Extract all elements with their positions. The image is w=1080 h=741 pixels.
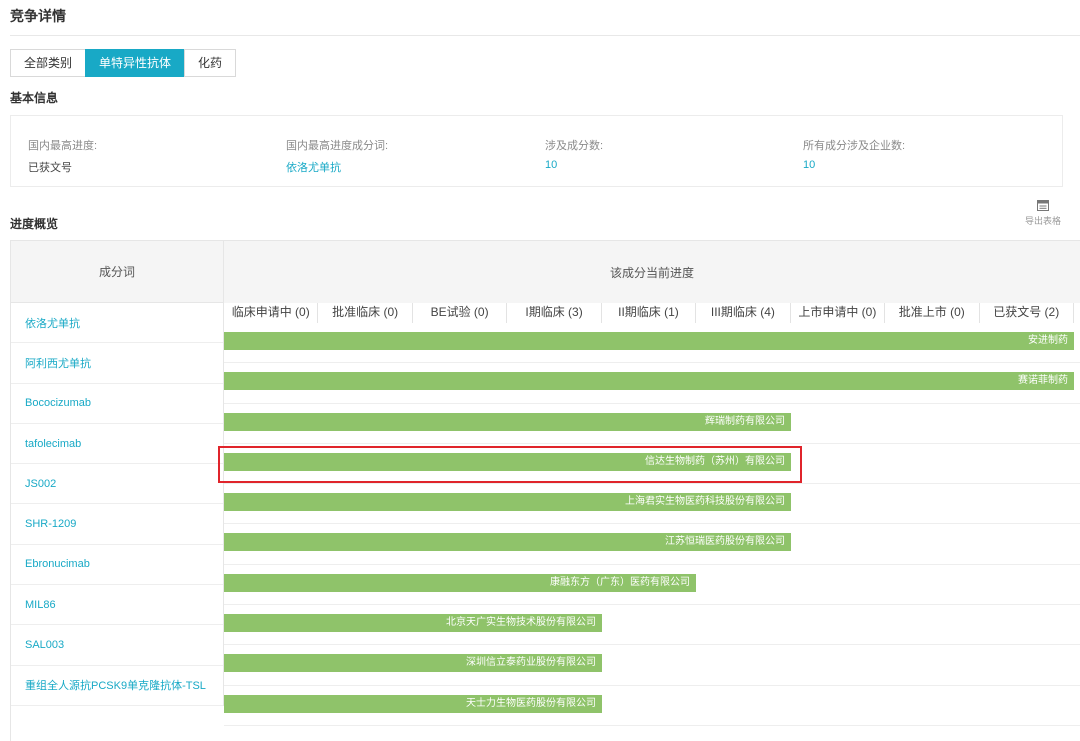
info-label: 涉及成分数:: [545, 140, 604, 152]
progress-bar[interactable]: 赛诺菲制药: [224, 372, 1074, 391]
ingredient-link[interactable]: SAL003: [11, 625, 223, 666]
progress-bar[interactable]: 深圳信立泰药业股份有限公司: [224, 654, 602, 673]
ingredient-link[interactable]: Ebronucimab: [11, 545, 223, 586]
stage-header-7: 批准上市 (0): [885, 303, 980, 323]
ingredient-link[interactable]: 阿利西尤单抗: [11, 343, 223, 384]
progress-overview-heading: 进度概览: [10, 217, 59, 231]
info-value-link[interactable]: 10: [545, 159, 603, 171]
info-value-link[interactable]: 10: [803, 159, 905, 171]
info-highest-ingredient: 国内最高进度成分词: 依洛尤单抗: [286, 137, 388, 175]
ingredient-link[interactable]: JS002: [11, 464, 223, 505]
category-tabs: 全部类别 单特异性抗体 化药: [10, 49, 237, 77]
progress-row: 辉瑞制药有限公司: [224, 404, 1080, 444]
stage-header-4: II期临床 (1): [602, 303, 697, 323]
export-table-label: 导出表格: [1024, 216, 1061, 226]
stage-header-8: 已获文号 (2): [980, 303, 1074, 323]
progress-bar[interactable]: 上海君实生物医药科技股份有限公司: [224, 493, 791, 512]
stage-header-5: III期临床 (4): [696, 303, 791, 323]
progress-row: 信达生物制药（苏州）有限公司: [224, 444, 1080, 485]
progress-bar[interactable]: 信达生物制药（苏州）有限公司: [224, 452, 791, 471]
stage-header-1: 批准临床 (0): [318, 303, 413, 323]
progress-row: 赛诺菲制药: [224, 363, 1080, 404]
tab-1[interactable]: 单特异性抗体: [85, 49, 186, 77]
stage-header-row: 临床申请中 (0) 批准临床 (0) BE试验 (0) I期临床 (3) II期临床 (…: [224, 303, 1074, 323]
tab-0[interactable]: 全部类别: [10, 49, 87, 77]
info-company-count: 所有成分涉及企业数: 10: [803, 137, 905, 171]
progress-bar[interactable]: 天士力生物医药股份有限公司: [224, 694, 602, 713]
ingredient-column-header: 成分词: [11, 241, 224, 303]
ingredient-link[interactable]: MIL86: [11, 585, 223, 626]
progress-row: 江苏恒瑞医药股份有限公司: [224, 524, 1080, 565]
stage-header-0: 临床申请中 (0): [224, 303, 319, 323]
progress-row: 安进制药: [224, 323, 1080, 364]
table-export-icon: [1037, 200, 1049, 211]
export-table-button[interactable]: 导出表格: [1023, 200, 1063, 227]
stage-header-6: 上市申请中 (0): [791, 303, 886, 323]
progress-column-header: 该成分当前进度: [224, 241, 1080, 303]
info-value-link[interactable]: 依洛尤单抗: [286, 159, 388, 175]
ingredient-link[interactable]: 重组全人源抗PCSK9单克隆抗体-TSL: [11, 666, 223, 706]
progress-bar[interactable]: 康融东方（广东）医药有限公司: [224, 573, 696, 592]
progress-row: 康融东方（广东）医药有限公司: [224, 565, 1080, 606]
info-label: 国内最高进度成分词:: [286, 140, 389, 152]
ingredient-link[interactable]: Bococizumab: [11, 384, 223, 424]
progress-bars: 安进制药赛诺菲制药辉瑞制药有限公司 信达生物制药（苏州）有限公司 上海君实生物医药科…: [224, 323, 1080, 726]
progress-table: 成分词 该成分当前进度 临床申请中 (0) 批准临床 (0) BE试验 (0) I期临…: [10, 240, 1080, 741]
ingredient-link[interactable]: tafolecimab: [11, 424, 223, 465]
progress-row: 上海君实生物医药科技股份有限公司: [224, 484, 1080, 525]
progress-bar[interactable]: 安进制药: [224, 332, 1074, 350]
progress-row: 深圳信立泰药业股份有限公司: [224, 645, 1080, 686]
stage-header-2: BE试验 (0): [413, 303, 508, 323]
page-title: 竞争详情: [10, 8, 66, 24]
tab-2[interactable]: 化药: [184, 49, 237, 77]
title-divider: [10, 35, 1080, 36]
ingredient-link[interactable]: SHR-1209: [11, 504, 223, 545]
ingredient-link[interactable]: 依洛尤单抗: [11, 303, 223, 344]
basic-info-heading: 基本信息: [10, 91, 59, 105]
progress-bar[interactable]: 辉瑞制药有限公司: [224, 412, 791, 431]
progress-bar[interactable]: 北京天广实生物技术股份有限公司: [224, 614, 602, 633]
progress-bar[interactable]: 江苏恒瑞医药股份有限公司: [224, 533, 791, 552]
basic-info-panel: 国内最高进度: 已获文号 国内最高进度成分词: 依洛尤单抗 涉及成分数: 10 …: [10, 115, 1063, 187]
info-label: 所有成分涉及企业数:: [803, 140, 906, 152]
ingredient-list: 依洛尤单抗 阿利西尤单抗 Bococizumab tafolecimab JS002 SH…: [11, 303, 224, 706]
info-value: 已获文号: [28, 162, 72, 174]
info-ingredient-count: 涉及成分数: 10: [545, 137, 603, 171]
progress-row: 天士力生物医药股份有限公司: [224, 686, 1080, 726]
stage-header-3: I期临床 (3): [507, 303, 602, 323]
progress-row: 北京天广实生物技术股份有限公司: [224, 605, 1080, 646]
info-highest-progress: 国内最高进度: 已获文号: [28, 137, 97, 175]
info-label: 国内最高进度:: [28, 140, 98, 152]
